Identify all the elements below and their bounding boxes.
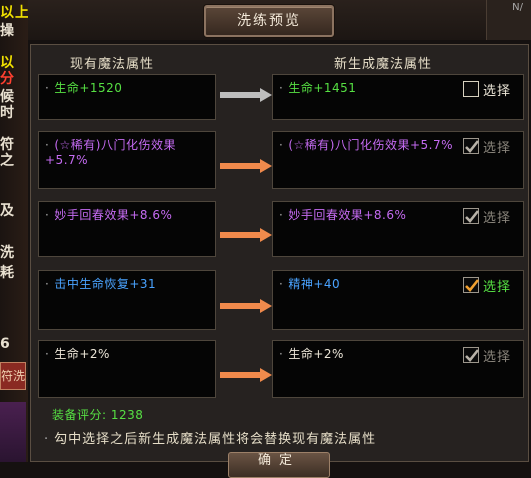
current-attribute-value: 生命+2%: [54, 347, 110, 361]
current-attribute-text: · 生命+1520: [45, 81, 209, 96]
side-text: 时: [0, 105, 15, 121]
current-attributes-header: 现有魔法属性: [70, 57, 155, 72]
score-value: 1238: [110, 408, 144, 422]
new-attribute-box: · 妙手回春效果+8.6% 选择: [272, 201, 524, 257]
new-attribute-text: · (☆稀有)八门化伤效果+5.7%: [279, 138, 463, 153]
select-label[interactable]: 选择: [483, 80, 511, 99]
checkmark-icon: [465, 210, 480, 223]
select-checkbox[interactable]: [463, 347, 480, 363]
bullet: ·: [279, 81, 284, 95]
current-attribute-text: · 妙手回春效果+8.6%: [45, 208, 209, 223]
arrow-right-icon: [220, 87, 272, 102]
bullet: ·: [45, 277, 50, 291]
footnote-text: 勾中选择之后新生成魔法属性将会替换现有魔法属性: [54, 432, 377, 447]
select-label[interactable]: 选择: [483, 276, 511, 295]
checkmark-icon: [465, 279, 480, 292]
bullet: ·: [279, 277, 284, 291]
new-attribute-value: 精神+40: [288, 277, 341, 291]
current-attribute-box: · 妙手回春效果+8.6%: [38, 201, 216, 257]
background-window-strip: 以上 操 以 分 候 时 符 之 及 洗 耗 6 符洗: [0, 0, 28, 462]
confirm-button[interactable]: 确定: [228, 452, 330, 478]
new-attribute-box: · 生命+2% 选择: [272, 340, 524, 398]
window-title: 洗练预览: [204, 5, 334, 37]
bullet: ·: [279, 347, 284, 361]
select-checkbox[interactable]: [463, 81, 479, 97]
current-attribute-box: · 击中生命恢复+31: [38, 270, 216, 330]
checkmark-icon: [465, 349, 480, 362]
new-attribute-box: · 生命+1451 选择: [272, 74, 524, 120]
select-checkbox[interactable]: [463, 208, 480, 224]
bullet: ·: [279, 208, 284, 222]
current-attribute-text: · 击中生命恢复+31: [45, 277, 209, 292]
bullet: ·: [279, 138, 284, 152]
select-checkbox[interactable]: [463, 277, 480, 293]
new-attribute-text: · 精神+40: [279, 277, 463, 292]
equipment-score: 装备评分: 1238: [52, 406, 143, 423]
current-attribute-value: 生命+1520: [54, 81, 123, 95]
new-attribute-value: (☆稀有)八门化伤效果+5.7%: [288, 138, 453, 152]
new-attributes-header: 新生成魔法属性: [334, 57, 433, 72]
bullet: ·: [45, 138, 50, 152]
current-attribute-box: · (☆稀有)八门化伤效果+5.7%: [38, 131, 216, 189]
new-attribute-box: · (☆稀有)八门化伤效果+5.7% 选择: [272, 131, 524, 189]
side-text: 操: [0, 23, 15, 39]
current-attribute-box: · 生命+1520: [38, 74, 216, 120]
new-attribute-value: 妙手回春效果+8.6%: [288, 208, 407, 222]
top-right-text: N/: [512, 2, 523, 13]
select-label[interactable]: 选择: [483, 346, 511, 365]
side-text: 耗: [0, 265, 15, 281]
score-label: 装备评分:: [52, 408, 107, 422]
arrow-right-icon: [220, 298, 272, 313]
bullet: ·: [45, 347, 50, 361]
current-attribute-value: 妙手回春效果+8.6%: [54, 208, 173, 222]
side-text: 之: [0, 153, 15, 169]
new-attribute-value: 生命+1451: [288, 81, 357, 95]
new-attribute-box: · 精神+40 选择: [272, 270, 524, 330]
bullet: ·: [45, 81, 50, 95]
select-label[interactable]: 选择: [483, 207, 511, 226]
new-attribute-value: 生命+2%: [288, 347, 344, 361]
current-attribute-text: · 生命+2%: [45, 347, 209, 362]
top-right-corner: N/: [486, 0, 531, 40]
side-text: 分: [0, 71, 15, 87]
current-attribute-box: · 生命+2%: [38, 340, 216, 398]
bullet: ·: [45, 208, 50, 222]
footnote: · 勾中选择之后新生成魔法属性将会替换现有魔法属性: [44, 432, 377, 447]
side-text: 6: [0, 336, 11, 352]
current-attribute-value: 击中生命恢复+31: [54, 277, 157, 291]
checkmark-icon: [465, 140, 480, 153]
current-attribute-value: (☆稀有)八门化伤效果+5.7%: [45, 138, 176, 167]
select-checkbox[interactable]: [463, 138, 480, 154]
current-attribute-text: · (☆稀有)八门化伤效果+5.7%: [45, 138, 209, 168]
select-label[interactable]: 选择: [483, 137, 511, 156]
arrow-right-icon: [220, 227, 272, 242]
side-decoration: [0, 402, 26, 462]
arrow-right-icon: [220, 158, 272, 173]
new-attribute-text: · 妙手回春效果+8.6%: [279, 208, 463, 223]
arrow-right-icon: [220, 367, 272, 382]
side-text: 及: [0, 203, 15, 219]
side-tab-button[interactable]: 符洗: [0, 362, 26, 390]
new-attribute-text: · 生命+2%: [279, 347, 463, 362]
side-text: 洗: [0, 245, 15, 261]
new-attribute-text: · 生命+1451: [279, 81, 463, 96]
side-text: 以上: [0, 5, 28, 21]
